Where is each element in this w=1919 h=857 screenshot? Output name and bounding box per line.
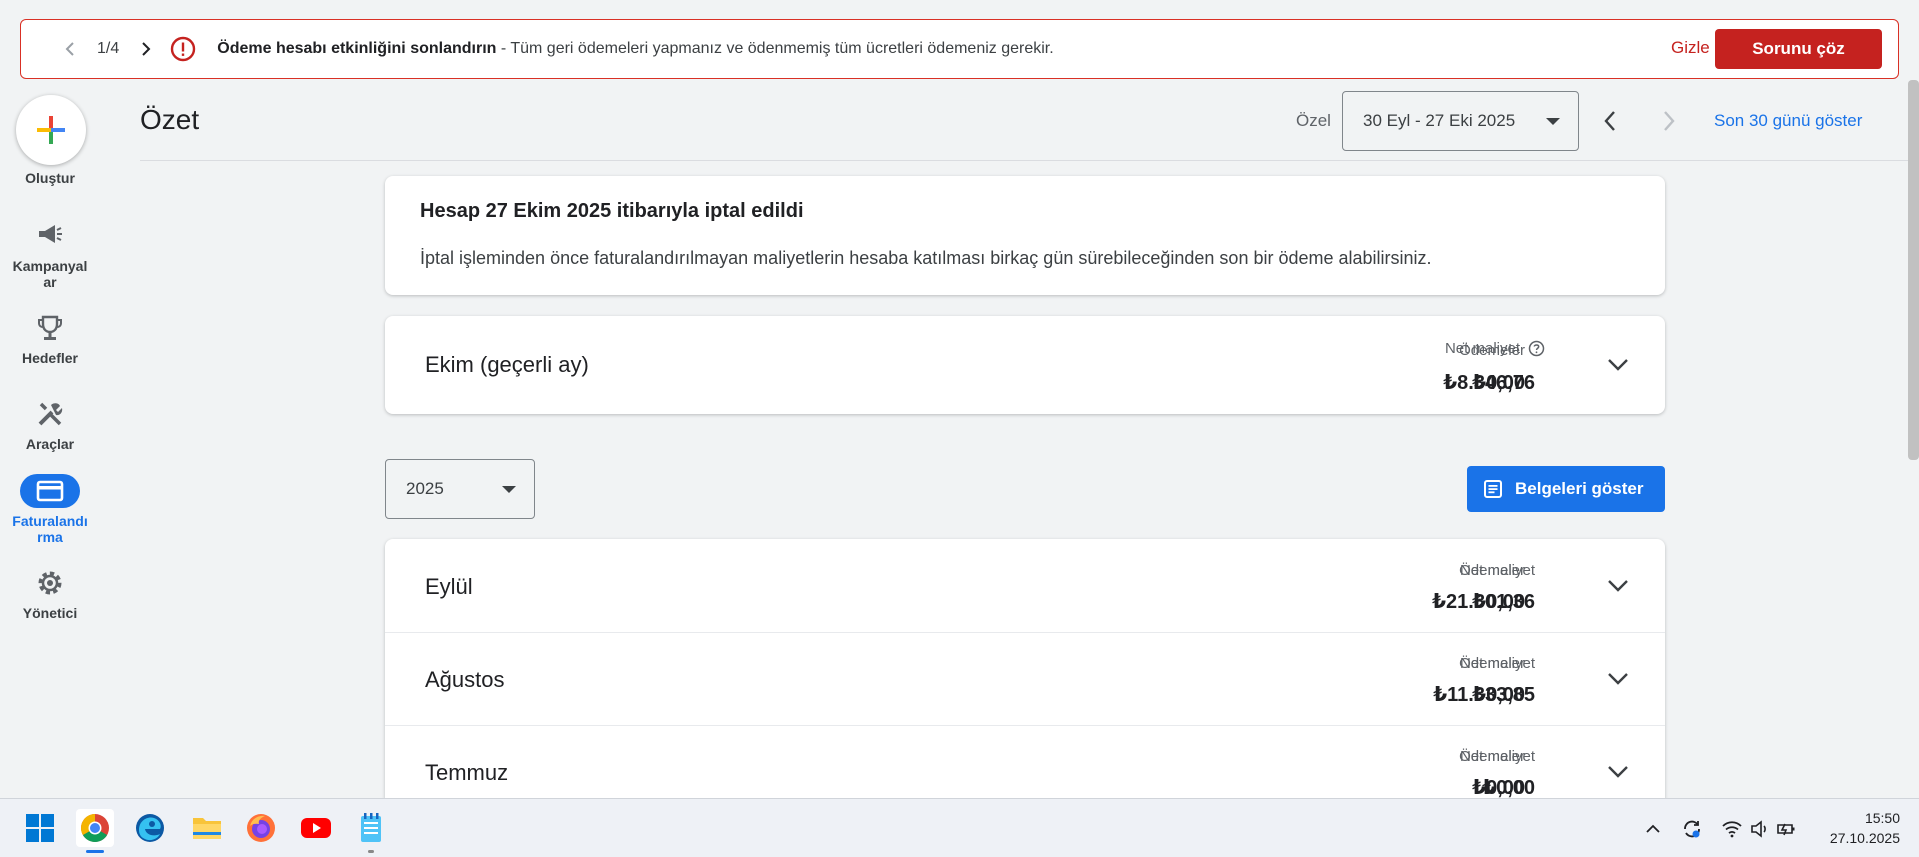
payments-value: ₺0,00: [1472, 372, 1525, 394]
create-label: Oluştur: [25, 170, 75, 186]
alert-title: Ödeme hesabı etkinliğini sonlandırın: [217, 40, 497, 57]
taskbar: 15:50 27.10.2025: [0, 798, 1919, 857]
months-list-card: Eylül Net maliyet ₺21.801,36 Ödemeler ₺0…: [385, 539, 1665, 799]
error-icon: [169, 35, 197, 63]
running-indicator: [368, 850, 374, 853]
alert-banner: 1/4 Ödeme hesabı etkinliğini sonlandırın…: [20, 19, 1899, 79]
file-explorer-icon[interactable]: [188, 809, 226, 847]
show-documents-label: Belgeleri göster: [1515, 479, 1644, 498]
row-divider: [385, 725, 1665, 726]
clock-time: 15:50: [1864, 810, 1900, 826]
sidebar-item-campaigns[interactable]: Kampanyal ar: [0, 258, 100, 290]
sidebar-item-tools[interactable]: Araçlar: [0, 436, 100, 452]
windows-start-icon[interactable]: [21, 809, 59, 847]
payments-value: ₺0,00: [1472, 777, 1525, 799]
next-period-button[interactable]: [1654, 106, 1684, 136]
document-icon: [1484, 480, 1502, 498]
header-divider: [140, 160, 1919, 161]
dropdown-caret-icon: [502, 486, 516, 493]
payments-value: ₺0,00: [1472, 591, 1525, 613]
notice-body: İptal işleminden önce faturalandırılmaya…: [420, 248, 1432, 268]
chevron-left-icon: [65, 42, 74, 56]
alert-counter: 1/4: [97, 40, 120, 57]
month-name: Ağustos: [425, 667, 505, 692]
sidebar-item-billing[interactable]: Faturalandı rma: [0, 513, 100, 545]
credit-card-icon[interactable]: [20, 474, 80, 508]
month-name: Eylül: [425, 574, 473, 599]
payments-value: ₺0,00: [1472, 684, 1525, 706]
wifi-icon[interactable]: [1720, 817, 1744, 841]
chevron-right-icon: [142, 42, 151, 56]
show-last-30-days-link[interactable]: Son 30 günü göster: [1714, 111, 1862, 131]
payments-label: Ödemeler: [1459, 562, 1525, 579]
range-type-label: Özel: [1296, 111, 1331, 130]
show-hidden-icons-icon[interactable]: [1641, 817, 1665, 841]
alert-prev-button[interactable]: [57, 35, 85, 63]
help-icon: [1528, 340, 1545, 357]
alert-message: Ödeme hesabı etkinliğini sonlandırın - T…: [217, 40, 1053, 58]
youtube-icon[interactable]: [297, 809, 335, 847]
hide-alert-link[interactable]: Gizle: [1671, 38, 1710, 58]
notepad-icon[interactable]: [352, 809, 390, 853]
tools-icon[interactable]: [30, 398, 70, 430]
gear-icon[interactable]: [30, 567, 70, 599]
payments-label: Ödemeler: [1459, 655, 1525, 672]
show-documents-button[interactable]: Belgeleri göster: [1467, 466, 1665, 512]
chevron-right-icon: [1664, 111, 1675, 131]
prev-period-button[interactable]: [1595, 106, 1625, 136]
notice-title: Hesap 27 Ekim 2025 itibarıyla iptal edil…: [420, 200, 804, 222]
row-divider: [385, 632, 1665, 633]
volume-icon[interactable]: [1748, 817, 1772, 841]
chevron-left-icon: [1604, 111, 1615, 131]
current-month-card[interactable]: Ekim (geçerli ay) Net maliyet ₺8.346,76 …: [385, 316, 1665, 414]
date-range-value: 30 Eyl - 27 Eki 2025: [1363, 111, 1516, 130]
sidebar-item-admin[interactable]: Yönetici: [0, 605, 100, 621]
dropdown-caret-icon: [1546, 118, 1560, 125]
system-clock[interactable]: 15:50 27.10.2025: [1810, 808, 1900, 848]
scrollbar-thumb[interactable]: [1908, 80, 1919, 460]
trophy-icon[interactable]: [30, 312, 70, 344]
chrome-icon[interactable]: [76, 809, 114, 853]
expand-chevron-icon[interactable]: [1605, 666, 1631, 692]
battery-charging-icon[interactable]: [1774, 817, 1798, 841]
current-month-name: Ekim (geçerli ay): [425, 352, 589, 377]
active-indicator: [86, 850, 104, 853]
cancellation-notice-card: Hesap 27 Ekim 2025 itibarıyla iptal edil…: [385, 176, 1665, 295]
year-select[interactable]: 2025: [385, 459, 535, 519]
expand-chevron-icon[interactable]: [1605, 352, 1631, 378]
sync-icon[interactable]: [1680, 817, 1704, 841]
expand-chevron-icon[interactable]: [1605, 573, 1631, 599]
alert-next-button[interactable]: [131, 35, 159, 63]
fix-issue-button[interactable]: Sorunu çöz: [1715, 29, 1882, 69]
firefox-icon[interactable]: [242, 809, 280, 847]
payments-label: Ödemeler: [1459, 342, 1525, 359]
page-title: Özet: [140, 104, 200, 135]
payments-label: Ödemeler: [1459, 748, 1525, 765]
alert-detail: - Tüm geri ödemeleri yapmanız ve ödenmem…: [496, 40, 1054, 57]
month-name: Temmuz: [425, 760, 509, 785]
clock-date: 27.10.2025: [1829, 830, 1900, 846]
edge-icon[interactable]: [131, 809, 169, 847]
date-range-select[interactable]: 30 Eyl - 27 Eki 2025: [1342, 91, 1579, 151]
expand-chevron-icon[interactable]: [1605, 759, 1631, 785]
megaphone-icon[interactable]: [30, 218, 70, 250]
create-button[interactable]: [16, 95, 86, 165]
year-value: 2025: [406, 479, 444, 498]
sidebar-item-goals[interactable]: Hedefler: [0, 350, 100, 366]
plus-icon: [37, 116, 65, 144]
